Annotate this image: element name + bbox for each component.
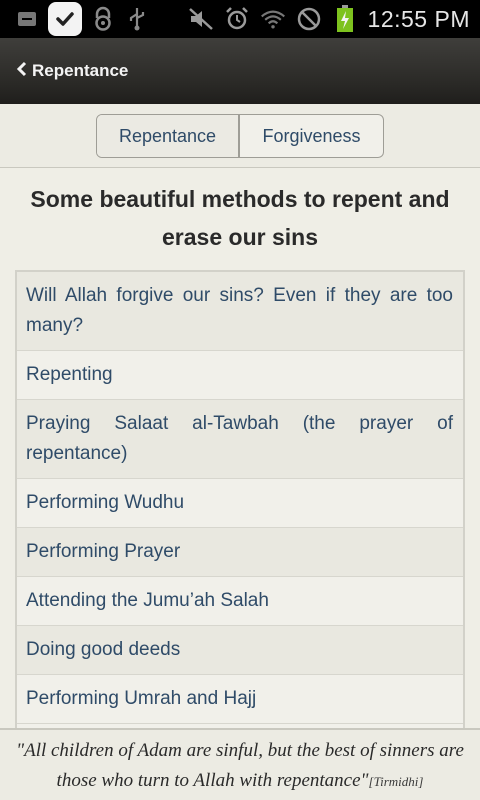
list-item[interactable]: Repenting — [17, 351, 463, 400]
notification-icon — [14, 6, 40, 32]
segmented-control: Repentance Forgiveness — [96, 114, 384, 158]
methods-list: Will Allah forgive our sins? Even if the… — [15, 270, 465, 728]
list-item[interactable]: Praying Salaat al-Tawbah (the prayer of … — [17, 400, 463, 479]
lock-icon — [90, 6, 116, 32]
mute-icon — [188, 6, 214, 32]
back-label: Repentance — [32, 61, 129, 80]
tab-repentance[interactable]: Repentance — [97, 115, 240, 157]
quote-footer: "All children of Adam are sinful, but th… — [0, 728, 480, 800]
segment-area: Repentance Forgiveness — [0, 104, 480, 168]
list-item[interactable]: Will Allah forgive our sins? Even if the… — [17, 272, 463, 351]
tab-forgiveness[interactable]: Forgiveness — [240, 115, 383, 157]
battery-charging-icon — [332, 5, 358, 32]
no-signal-icon — [296, 6, 322, 32]
chevron-left-icon — [16, 61, 28, 82]
page-title: Some beautiful methods to repent and era… — [30, 186, 450, 250]
alarm-icon — [224, 6, 250, 32]
list-item[interactable]: Performing Wudhu — [17, 479, 463, 528]
list-item[interactable]: Performing Prayer — [17, 528, 463, 577]
wifi-icon — [260, 6, 286, 32]
quote-source: [Tirmidhi] — [368, 774, 424, 789]
usb-icon — [124, 6, 150, 32]
status-bar: 12:55 PM — [0, 0, 480, 38]
list-item[interactable]: Doing good deeds — [17, 626, 463, 675]
back-button[interactable]: Repentance — [16, 61, 128, 82]
action-bar: Repentance — [0, 38, 480, 104]
clock-time: 12:55 PM — [367, 5, 470, 32]
status-right: 12:55 PM — [188, 5, 480, 33]
check-icon — [48, 2, 82, 36]
list-item[interactable]: Performing Umrah and Hajj — [17, 675, 463, 724]
status-left — [0, 2, 150, 36]
main-content: Some beautiful methods to repent and era… — [0, 168, 480, 728]
list-item[interactable]: Attending the Jumu’ah Salah — [17, 577, 463, 626]
